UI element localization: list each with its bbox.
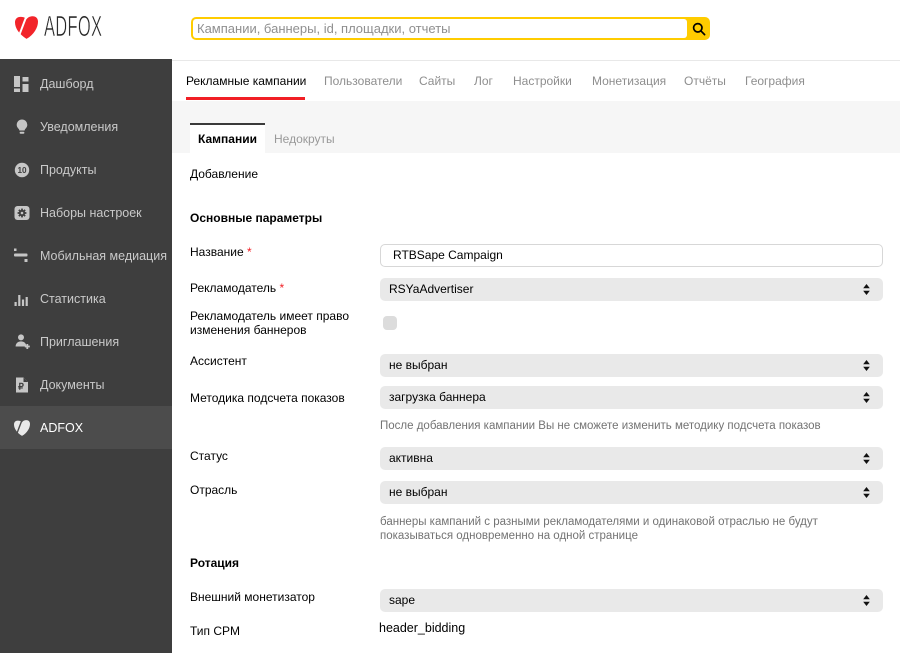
svg-text:₽: ₽ (18, 381, 24, 391)
svg-text:10: 10 (17, 166, 27, 175)
